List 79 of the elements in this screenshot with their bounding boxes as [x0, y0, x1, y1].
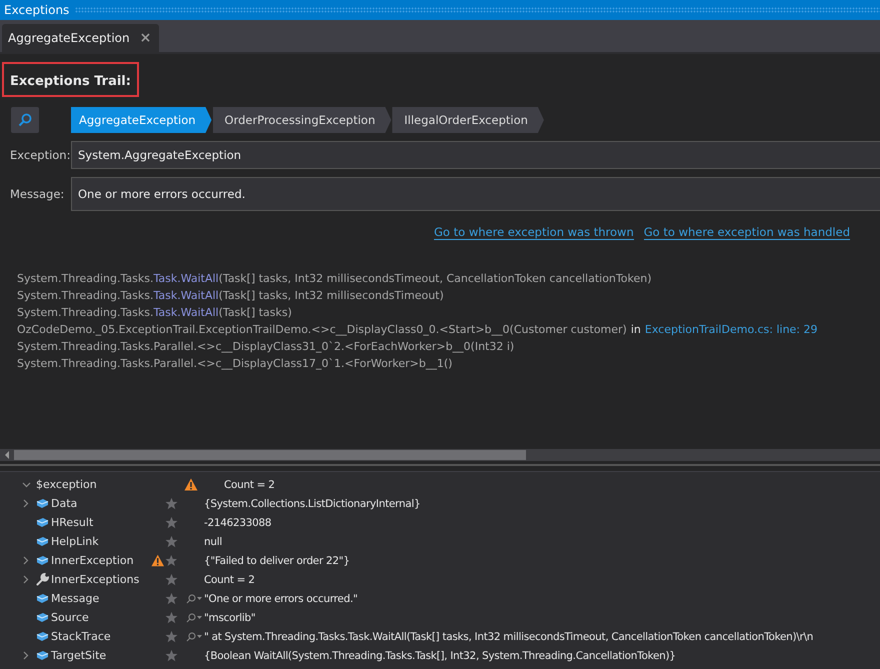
variable-name: $exception	[35, 476, 98, 492]
variable-value: "mscorlib"	[204, 610, 256, 626]
property-icon	[36, 555, 48, 566]
search-button[interactable]	[11, 107, 39, 133]
field-label: Exception:	[9, 148, 71, 162]
star-icon[interactable]	[165, 649, 178, 662]
star-icon[interactable]	[165, 516, 178, 529]
scroll-thumb[interactable]	[14, 450, 526, 460]
stack-text: (Task[] tasks, Int32 millisecondsTimeout)	[218, 289, 444, 302]
chevron-right-icon[interactable]	[20, 651, 30, 660]
source-link[interactable]: ExceptionTrailDemo.cs: line: 29	[644, 323, 818, 336]
variable-value: {System.Collections.ListDictionaryInternal}	[204, 496, 420, 512]
breadcrumb-item[interactable]: AggregateException	[71, 107, 212, 133]
star-icon[interactable]	[165, 630, 178, 643]
stack-text: (Task[] tasks, Int32 millisecondsTimeout, CancellationToken cancellationToken)	[218, 272, 652, 285]
variable-name: StackTrace	[51, 628, 112, 644]
stack-text: System.Threading.Tasks.Parallel.<>c__DisplayClass31_0`2.<ForEachWorker>b__0(Int32 i)	[17, 340, 514, 353]
star-icon[interactable]	[165, 573, 178, 586]
star-icon[interactable]	[165, 535, 178, 548]
property-icon	[36, 631, 48, 642]
property-icon	[36, 593, 48, 604]
heading: Exceptions Trail:	[10, 74, 131, 89]
variable-value: {Boolean WaitAll(System.Threading.Tasks.Task[], Int32, System.Threading.CancellationToken)}	[204, 648, 676, 664]
link[interactable]: Go to where exception was handled	[644, 225, 850, 240]
method-name: Task.WaitAll	[153, 272, 219, 285]
text-field[interactable]: System.AggregateException	[71, 141, 880, 169]
property-icon	[36, 498, 48, 509]
stack-text: (Task[] tasks)	[218, 306, 292, 319]
star-icon[interactable]	[165, 611, 178, 624]
stack-text: System.Threading.Tasks.	[17, 306, 154, 319]
variable-value: "One or more errors occurred."	[204, 592, 358, 606]
chevron-down-icon[interactable]	[22, 480, 30, 489]
variable-value: -2146233088	[204, 516, 272, 530]
property-icon	[36, 536, 48, 547]
property-icon	[36, 650, 48, 661]
scrollbar[interactable]	[0, 449, 880, 461]
variable-name: HResult	[51, 514, 94, 530]
variable-name: Message	[51, 590, 100, 606]
variable-name: Data	[51, 496, 78, 512]
visualizer-icon[interactable]	[185, 594, 203, 604]
star-icon[interactable]	[165, 592, 178, 605]
tab[interactable]: AggregateException ×	[2, 24, 160, 52]
breadcrumb-item[interactable]: IllegalOrderException	[392, 107, 544, 133]
variable-value: null	[204, 534, 222, 550]
scroll-left-icon[interactable]	[5, 451, 9, 459]
property-icon	[36, 612, 48, 623]
search-icon	[18, 113, 32, 127]
chevron-right-icon[interactable]	[20, 499, 30, 508]
variable-name: HelpLink	[51, 534, 100, 550]
variable-name: TargetSite	[51, 648, 108, 664]
field-label: Message:	[9, 187, 66, 201]
variable-value: " at System.Threading.Tasks.Task.WaitAll(Task[] tasks, Int32 millisecondsTimeout, CancellationToken cancellationToken)\r\n	[204, 630, 814, 644]
method-name: Task.WaitAll	[153, 289, 219, 302]
chevron-right-icon[interactable]	[20, 556, 30, 565]
link[interactable]: Go to where exception was thrown	[434, 225, 634, 240]
stack-text: System.Threading.Tasks.Parallel.<>c__DisplayClass17_0`1.<ForWorker>b__1()	[17, 357, 452, 370]
wrench-icon	[36, 573, 48, 586]
stack-text: in	[630, 322, 641, 338]
stack-text: System.Threading.Tasks.	[17, 289, 154, 302]
variable-name: InnerExceptions	[51, 572, 140, 588]
breadcrumb-item[interactable]: OrderProcessingException	[212, 107, 392, 133]
stack-text: OzCodeDemo._05.ExceptionTrail.ExceptionTrailDemo.<>c__DisplayClass0_0.<Start>b__0(Customer customer)	[17, 323, 627, 336]
variable-value: {"Failed to deliver order 22"}	[204, 554, 350, 568]
visualizer-icon[interactable]	[185, 612, 203, 622]
variable-value: Count = 2	[204, 572, 255, 588]
property-icon	[36, 517, 48, 528]
close-icon[interactable]: ×	[140, 30, 152, 46]
splitter-bar[interactable]	[0, 464, 880, 472]
variable-name: Source	[51, 610, 90, 626]
stack-text: System.Threading.Tasks.	[17, 272, 154, 285]
star-icon[interactable]	[165, 497, 178, 510]
visualizer-icon[interactable]	[185, 632, 203, 642]
star-icon[interactable]	[165, 554, 178, 567]
variable-value: Count = 2	[224, 478, 275, 492]
text-field[interactable]: One or more errors occurred.	[71, 177, 880, 211]
window-title: Exceptions	[4, 3, 70, 17]
chevron-right-icon[interactable]	[20, 575, 30, 584]
variable-name: InnerException	[51, 552, 135, 568]
method-name: Task.WaitAll	[153, 306, 219, 319]
